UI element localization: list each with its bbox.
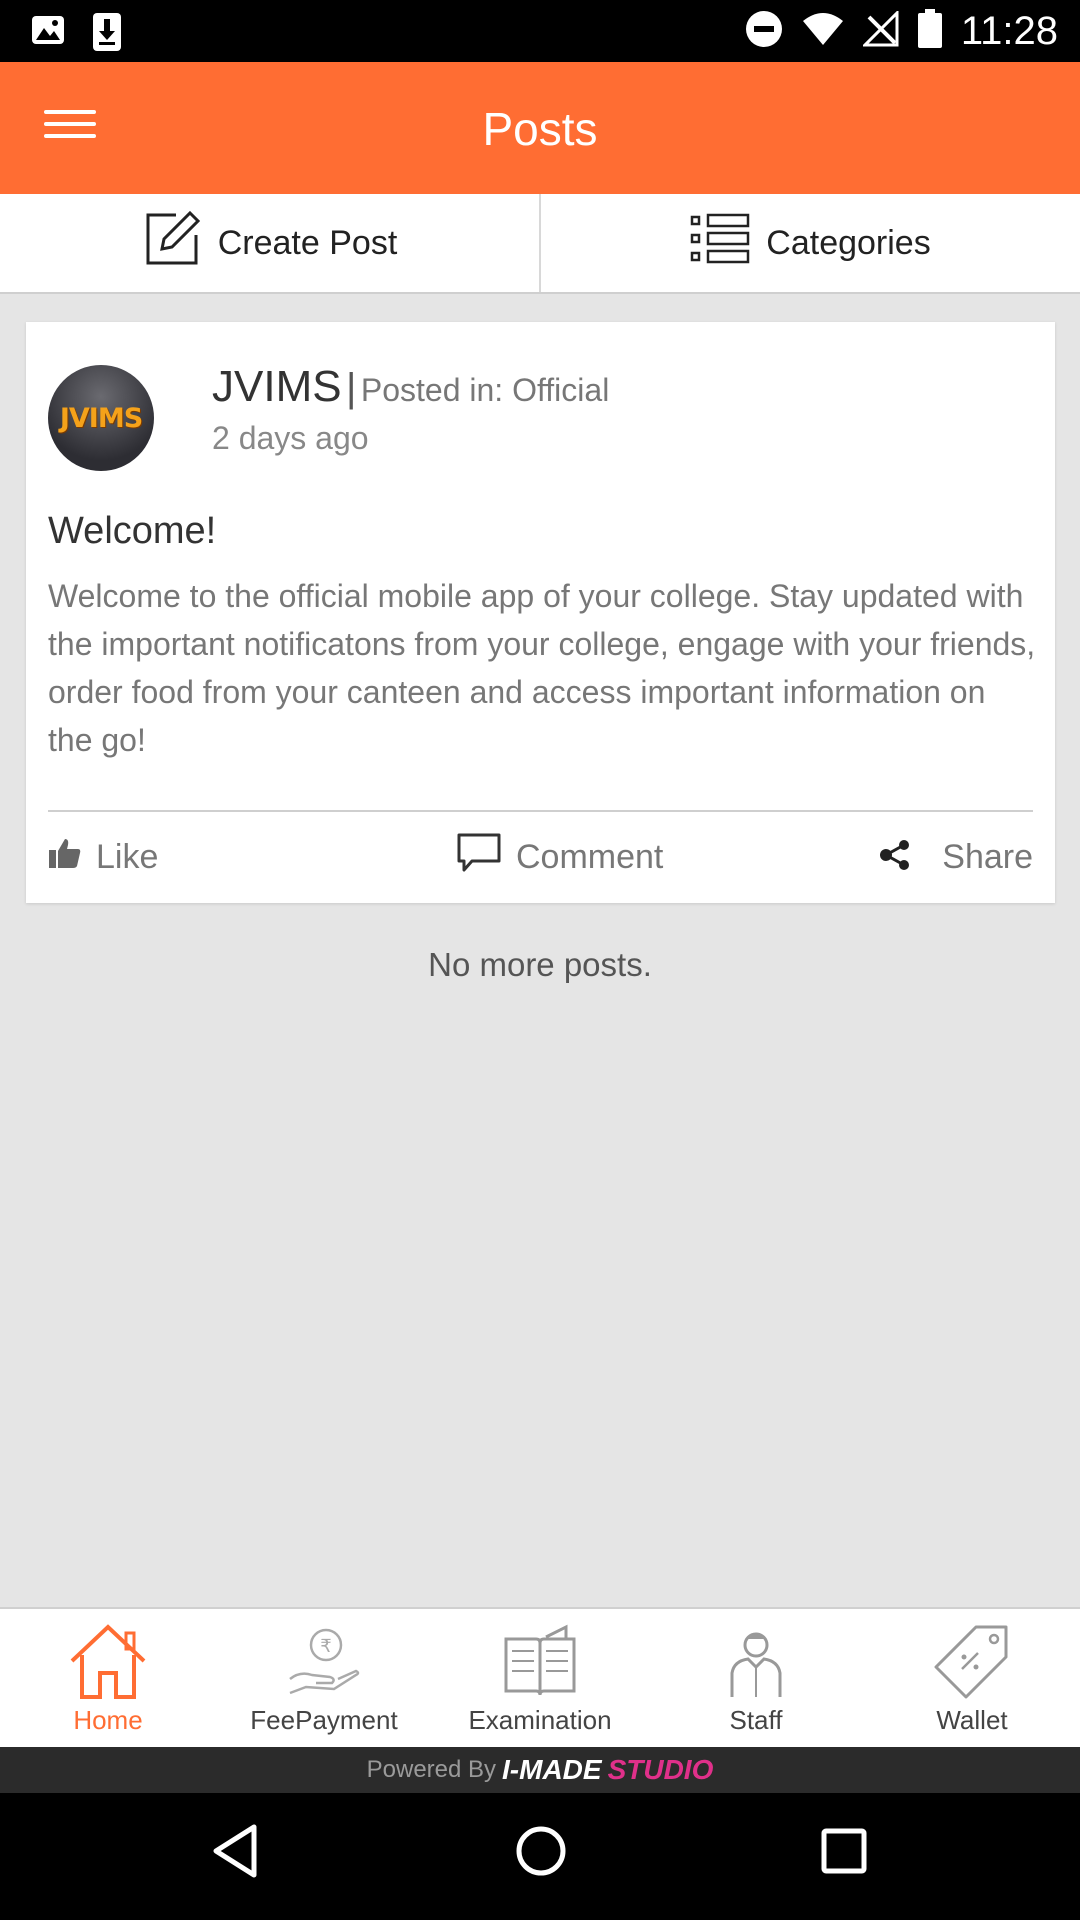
feed-end-message: No more posts. bbox=[428, 946, 652, 983]
book-icon bbox=[502, 1623, 578, 1704]
create-post-label: Create Post bbox=[217, 223, 398, 262]
app-bar: Posts bbox=[0, 62, 1080, 194]
status-time: 11:28 bbox=[960, 8, 1058, 53]
nav-item-wallet[interactable]: Wallet bbox=[864, 1609, 1080, 1747]
nav-label-examination: Examination bbox=[468, 1705, 612, 1735]
system-nav-bar bbox=[0, 1793, 1080, 1920]
svg-text:₹: ₹ bbox=[320, 1636, 331, 1657]
share-button[interactable]: Share bbox=[876, 832, 1033, 882]
home-circle-icon[interactable] bbox=[514, 1823, 568, 1884]
like-label: Like bbox=[96, 837, 159, 876]
bottom-nav: Home ₹ FeePayment Examination Staff Wall… bbox=[0, 1607, 1080, 1747]
categories-label: Categories bbox=[766, 223, 931, 262]
post-actions: Like Comment Share bbox=[48, 832, 1033, 882]
brand-name-part2: STUDIO bbox=[607, 1754, 714, 1785]
nav-item-home[interactable]: Home bbox=[0, 1609, 216, 1747]
create-post-button[interactable]: Create Post bbox=[0, 194, 539, 292]
categories-button[interactable]: Categories bbox=[539, 194, 1080, 292]
post-card: JVIMS JVIMS | Posted in: Official 2 days… bbox=[26, 322, 1055, 903]
nav-item-feepayment[interactable]: ₹ FeePayment bbox=[216, 1609, 432, 1747]
nav-item-staff[interactable]: Staff bbox=[648, 1609, 864, 1747]
nav-label-wallet: Wallet bbox=[936, 1705, 1008, 1735]
status-bar: 11:28 bbox=[0, 0, 1080, 62]
post-action-bar: Create Post Categories bbox=[0, 194, 1080, 294]
comment-button[interactable]: Comment bbox=[456, 832, 663, 882]
powered-by-footer: Powered By I-MADE STUDIO bbox=[0, 1747, 1080, 1793]
comment-icon bbox=[456, 832, 502, 883]
avatar-logo-text: JVIMS bbox=[59, 402, 143, 434]
divider bbox=[48, 810, 1033, 812]
powered-by-label: Powered By bbox=[366, 1756, 497, 1783]
share-label: Share bbox=[942, 837, 1033, 876]
nav-label-feepayment: FeePayment bbox=[250, 1705, 398, 1735]
recents-icon[interactable] bbox=[820, 1823, 868, 1884]
post-body: Welcome to the official mobile app of yo… bbox=[48, 578, 1036, 758]
thumbs-up-icon bbox=[48, 837, 82, 878]
home-icon bbox=[68, 1623, 148, 1704]
post-author[interactable]: JVIMS bbox=[212, 362, 342, 411]
do-not-disturb-icon bbox=[745, 10, 783, 53]
post-timestamp: 2 days ago bbox=[212, 420, 369, 456]
post-separator: | bbox=[346, 366, 357, 410]
download-notification-icon bbox=[92, 12, 122, 57]
post-header: JVIMS | Posted in: Official bbox=[212, 362, 609, 412]
post-title: Welcome! bbox=[48, 510, 217, 552]
share-icon bbox=[876, 833, 916, 882]
brand-name-part1: I-MADE bbox=[502, 1754, 602, 1785]
comment-label: Comment bbox=[516, 837, 664, 876]
list-icon bbox=[690, 213, 750, 274]
like-button[interactable]: Like bbox=[48, 832, 158, 882]
nav-label-home: Home bbox=[73, 1705, 143, 1735]
page-title: Posts bbox=[482, 103, 598, 155]
avatar[interactable]: JVIMS bbox=[48, 365, 154, 471]
staff-icon bbox=[718, 1623, 794, 1704]
wifi-icon bbox=[801, 11, 845, 52]
no-signal-icon bbox=[861, 8, 899, 52]
nav-label-staff: Staff bbox=[729, 1705, 783, 1735]
tag-icon bbox=[932, 1623, 1012, 1708]
image-notification-icon bbox=[30, 12, 66, 57]
fee-payment-icon: ₹ bbox=[286, 1623, 362, 1704]
edit-icon bbox=[142, 209, 202, 278]
back-icon[interactable] bbox=[210, 1823, 260, 1884]
battery-icon bbox=[917, 8, 943, 54]
post-category: Posted in: Official bbox=[360, 372, 610, 408]
nav-item-examination[interactable]: Examination bbox=[432, 1609, 648, 1747]
